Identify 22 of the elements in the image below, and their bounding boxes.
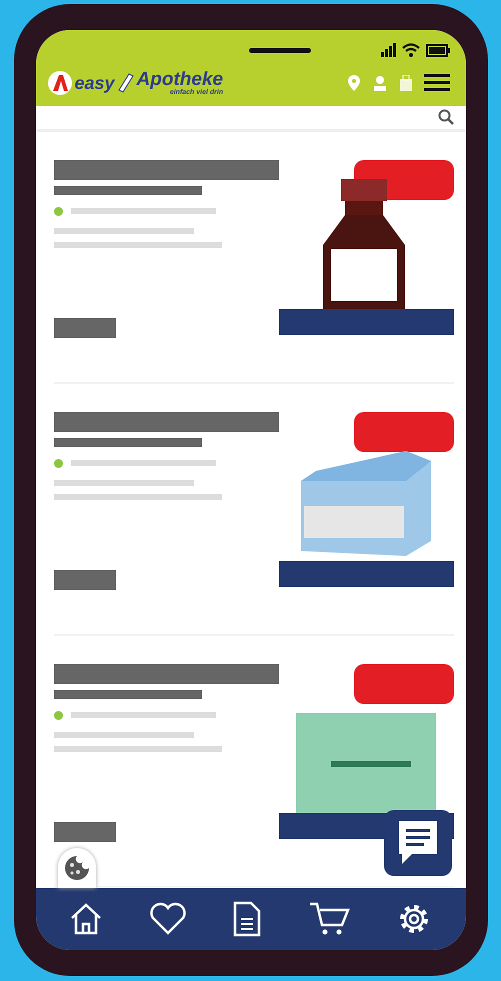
cookie-button[interactable] bbox=[58, 848, 96, 888]
placeholder-block bbox=[54, 570, 116, 590]
placeholder-block bbox=[54, 318, 116, 338]
placeholder-block bbox=[54, 822, 116, 842]
speaker-slot bbox=[248, 48, 310, 52]
heart-icon[interactable] bbox=[149, 902, 188, 936]
status-dot bbox=[54, 458, 62, 468]
menu-icon[interactable] bbox=[424, 74, 450, 92]
status-dot bbox=[54, 206, 62, 216]
brand-name: easy bbox=[74, 72, 115, 94]
cookie-icon bbox=[64, 854, 90, 881]
pharmacy-logo-icon bbox=[48, 71, 72, 95]
wifi-icon bbox=[402, 42, 420, 58]
pill-icon bbox=[118, 73, 134, 93]
battery-icon bbox=[426, 42, 450, 58]
signal-icon bbox=[380, 42, 396, 58]
brand-name: Apotheke bbox=[136, 70, 224, 89]
chat-button[interactable] bbox=[384, 810, 452, 876]
cart-icon[interactable] bbox=[308, 900, 350, 937]
status-dot bbox=[54, 710, 62, 720]
document-icon[interactable] bbox=[232, 900, 262, 937]
search-icon[interactable] bbox=[438, 109, 454, 126]
